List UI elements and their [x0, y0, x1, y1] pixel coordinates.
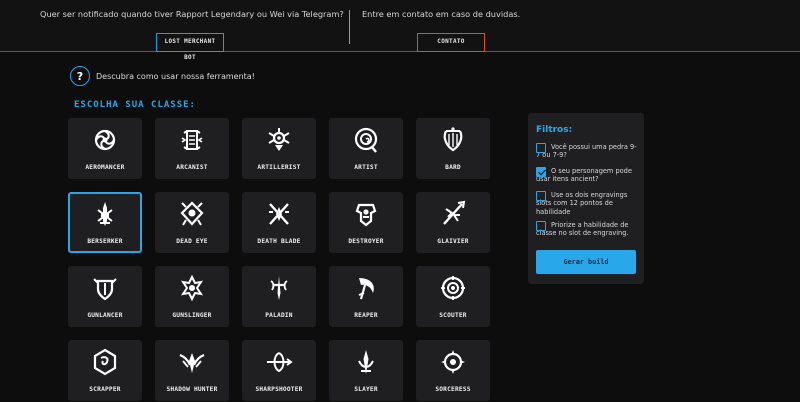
class-label: DESTROYER: [348, 238, 384, 245]
class-card-aeromancer[interactable]: AEROMANCER: [68, 118, 142, 179]
deadeye-icon: [180, 201, 204, 226]
aeromancer-icon: [94, 129, 116, 151]
reaper-icon: [358, 278, 374, 300]
glaivier-icon: [443, 200, 466, 225]
top-divider: [349, 10, 350, 44]
section-title: ESCOLHA SUA CLASSE:: [74, 100, 196, 110]
paladin-icon: [270, 276, 288, 300]
class-label: GUNLANCER: [87, 312, 123, 319]
filters-panel: Filtros: Você possui uma pedra 9-7 ou 7-…: [528, 113, 644, 284]
class-card-scouter[interactable]: SCOUTER: [416, 266, 490, 327]
class-card-destroyer[interactable]: DESTROYER: [329, 192, 403, 253]
slayer-icon: [358, 350, 374, 374]
class-label: SORCERESS: [435, 386, 471, 393]
class-label: ARTIST: [354, 164, 378, 171]
contact-text: Entre em contato em caso de duvidas.: [362, 9, 521, 19]
top-bar: Quer ser notificado quando tiver Rapport…: [0, 0, 800, 61]
class-card-scrapper[interactable]: SCRAPPER: [68, 340, 142, 401]
class-card-slayer[interactable]: SLAYER: [329, 340, 403, 401]
class-label: DEATH BLADE: [257, 238, 301, 245]
filter-label: Priorize a habilidade de classe no slot …: [536, 221, 629, 238]
question-icon[interactable]: ?: [70, 66, 90, 86]
class-label: REAPER: [354, 312, 378, 319]
class-label: SHADOW HUNTER: [166, 386, 218, 393]
class-card-deadeye[interactable]: DEAD EYE: [155, 192, 229, 253]
filter-label: O seu personagem pode usar itens ancient…: [536, 167, 632, 184]
class-label: SCOUTER: [439, 312, 467, 319]
filter-label: Use os dois engravings slots com 12 pont…: [536, 191, 628, 216]
class-label: SHARPSHOOTER: [255, 386, 303, 393]
class-card-shadowhunter[interactable]: SHADOW HUNTER: [155, 340, 229, 401]
class-card-berserker[interactable]: BERSERKER: [68, 192, 142, 253]
telegram-text: Quer ser notificado quando tiver Rapport…: [40, 9, 344, 19]
class-card-artist[interactable]: ARTIST: [329, 118, 403, 179]
class-label: GLAIVIER: [437, 238, 469, 245]
artist-icon: [354, 127, 378, 153]
sorceress-icon: [441, 350, 465, 374]
lost-merchant-bot-button[interactable]: LOST MERCHANT BOT: [156, 33, 224, 61]
filter-option-class-engraving[interactable]: Priorize a habilidade de classe no slot …: [536, 221, 640, 238]
gunslinger-icon: [180, 274, 204, 302]
generate-build-button[interactable]: Gerar build: [536, 250, 636, 274]
class-card-bard[interactable]: BARD: [416, 118, 490, 179]
class-label: SCRAPPER: [89, 386, 121, 393]
sharpshooter-icon: [267, 352, 293, 373]
deathblade-icon: [269, 203, 289, 225]
contact-button[interactable]: CONTATO: [417, 33, 485, 52]
class-label: BERSERKER: [87, 238, 123, 245]
class-card-deathblade[interactable]: DEATH BLADE: [242, 192, 316, 253]
shadowhunter-icon: [179, 353, 205, 373]
class-card-glaivier[interactable]: GLAIVIER: [416, 192, 490, 253]
filter-checkbox[interactable]: [536, 143, 546, 153]
class-label: DEAD EYE: [176, 238, 208, 245]
filter-checkbox[interactable]: [536, 191, 546, 201]
contact-section: Entre em contato em caso de duvidas. CON…: [362, 0, 521, 52]
class-card-reaper[interactable]: REAPER: [329, 266, 403, 327]
class-label: SLAYER: [354, 386, 378, 393]
class-card-gunlancer[interactable]: GUNLANCER: [68, 266, 142, 327]
class-card-sharpshooter[interactable]: SHARPSHOOTER: [242, 340, 316, 401]
telegram-section: Quer ser notificado quando tiver Rapport…: [40, 0, 344, 61]
scrapper-icon: [93, 348, 117, 376]
gunlancer-icon: [93, 278, 117, 301]
filter-option-stone[interactable]: Você possui uma pedra 9-7 ou 7-9?: [536, 143, 640, 160]
class-card-gunslinger[interactable]: GUNSLINGER: [155, 266, 229, 327]
scouter-icon: [441, 276, 465, 300]
filter-option-engravings[interactable]: Use os dois engravings slots com 12 pont…: [536, 191, 640, 216]
filters-title: Filtros:: [536, 125, 573, 135]
help-link[interactable]: ? Descubra como usar nossa ferramenta!: [70, 66, 255, 86]
arcanist-icon: [181, 130, 203, 150]
class-label: BARD: [445, 164, 461, 171]
class-grid: AEROMANCER ARCANIST ARTILLERIST ARTIST B…: [68, 118, 490, 401]
help-text[interactable]: Descubra como usar nossa ferramenta!: [96, 72, 255, 81]
filter-checkbox[interactable]: [536, 221, 546, 231]
berserker-icon: [97, 202, 113, 226]
filter-label: Você possui uma pedra 9-7 ou 7-9?: [536, 143, 637, 160]
class-label: GUNSLINGER: [172, 312, 212, 319]
class-card-artillerist[interactable]: ARTILLERIST: [242, 118, 316, 179]
class-card-sorceress[interactable]: SORCERESS: [416, 340, 490, 401]
destroyer-icon: [355, 203, 377, 227]
class-label: ARCANIST: [176, 164, 208, 171]
class-label: AEROMANCER: [85, 164, 125, 171]
filter-option-ancient[interactable]: O seu personagem pode usar itens ancient…: [536, 167, 640, 184]
class-label: ARTILLERIST: [257, 164, 301, 171]
class-label: PALADIN: [265, 312, 293, 319]
filter-checkbox[interactable]: [536, 167, 546, 177]
bard-icon: [443, 127, 463, 152]
class-card-arcanist[interactable]: ARCANIST: [155, 118, 229, 179]
artillerist-icon: [268, 128, 290, 151]
class-card-paladin[interactable]: PALADIN: [242, 266, 316, 327]
